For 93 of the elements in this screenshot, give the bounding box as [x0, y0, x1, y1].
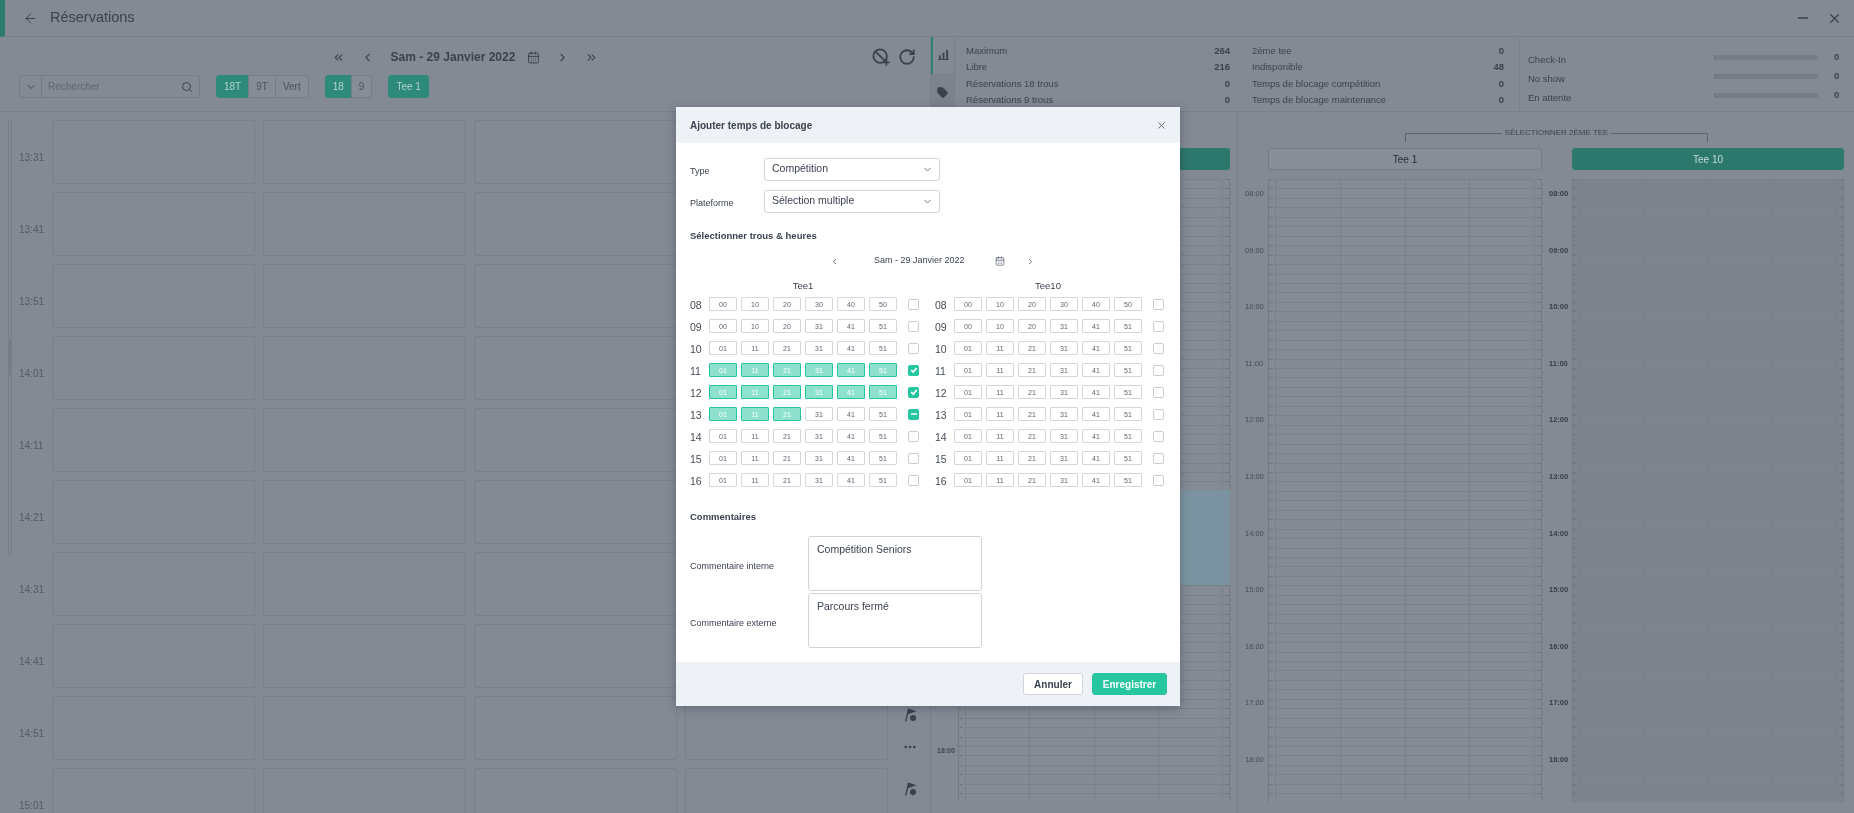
dash-icon: [910, 413, 917, 415]
stat-value: 0: [1498, 93, 1504, 108]
flag-badge-icon[interactable]: [903, 782, 917, 796]
dropdown-select[interactable]: Compétition: [764, 157, 940, 181]
stat-value: 0: [1224, 76, 1230, 91]
more-icon[interactable]: [904, 745, 916, 749]
stat-label: Temps de blocage compétition: [1252, 76, 1381, 91]
row-checkbox[interactable]: [1153, 386, 1164, 398]
row-checkbox[interactable]: [1153, 452, 1164, 464]
tee-toggle[interactable]: Tee 10: [1572, 148, 1844, 170]
section-title: Commentaires: [690, 510, 756, 524]
row-checkbox[interactable]: [908, 386, 919, 398]
hour-label: 14: [690, 431, 702, 443]
field-label: Commentaire externe: [690, 617, 777, 628]
hour-label: 13: [690, 409, 702, 421]
row-checkbox[interactable]: [1153, 364, 1164, 376]
stat-label: Libre: [966, 60, 988, 75]
hour-label: 16: [690, 475, 702, 487]
page-title: Réservations: [50, 8, 135, 28]
flag-badge-icon[interactable]: [903, 708, 917, 722]
modal-title: Ajouter temps de blocage: [690, 118, 813, 133]
stat-label: 2ème tee: [1252, 44, 1292, 59]
checkmark-icon: [909, 388, 918, 396]
chevron-left-icon[interactable]: [830, 256, 839, 266]
bar-chart-icon[interactable]: [938, 50, 949, 61]
tee-heading: Tee1: [792, 280, 814, 292]
stat-label: Réservations 18 trous: [966, 76, 1059, 91]
row-checkbox[interactable]: [908, 430, 919, 442]
tee-heading: Tee10: [1035, 280, 1061, 292]
stat-value: 0: [1834, 69, 1840, 84]
row-checkbox[interactable]: [908, 452, 919, 464]
row-checkbox[interactable]: [1153, 474, 1164, 486]
row-checkbox[interactable]: [908, 298, 919, 310]
stat-label: Indisponible: [1252, 60, 1303, 75]
row-checkbox[interactable]: [908, 364, 919, 376]
row-checkbox[interactable]: [1153, 298, 1164, 310]
stat-value: 264: [1214, 44, 1230, 59]
comment-field[interactable]: Compétition Seniors: [808, 536, 982, 591]
row-checkbox[interactable]: [908, 320, 919, 332]
hour-label: 16: [935, 475, 947, 487]
comment-field[interactable]: Parcours fermé: [808, 593, 982, 648]
stat-label: Check-In: [1528, 53, 1566, 65]
hour-label: 08: [690, 299, 702, 311]
row-checkbox[interactable]: [1153, 408, 1164, 420]
hour-label: 13: [935, 409, 947, 421]
stat-value: 0: [1834, 50, 1840, 65]
stat-value: 0: [1498, 76, 1504, 91]
refresh-icon[interactable]: [898, 48, 916, 66]
ban-plus-icon[interactable]: [872, 48, 890, 66]
hour-label: 09: [935, 321, 947, 333]
hour-label: 08: [935, 299, 947, 311]
stat-value: 48: [1493, 60, 1504, 75]
calendar-icon[interactable]: [994, 256, 1005, 266]
dropdown-select[interactable]: Sélection multiple: [764, 189, 940, 213]
checkmark-icon: [909, 366, 918, 374]
stat-label: Temps de blocage maintenance: [1252, 93, 1387, 108]
field-label: Type: [690, 166, 710, 176]
calendar-icon[interactable]: [527, 50, 541, 64]
hour-label: 10: [690, 343, 702, 355]
stat-label: En attente: [1528, 91, 1572, 103]
hour-label: 12: [935, 387, 947, 399]
cancel-button[interactable]: Annuler: [1023, 673, 1083, 695]
hour-label: 10: [935, 343, 947, 355]
stat-value: 0: [1224, 93, 1230, 108]
tee-toggle[interactable]: Tee 1: [1268, 148, 1542, 170]
section-title: Sélectionner trous & heures: [690, 229, 817, 243]
hour-label: 14: [935, 431, 947, 443]
stat-label: No show: [1528, 72, 1565, 84]
row-checkbox[interactable]: [1153, 342, 1164, 354]
row-checkbox[interactable]: [908, 342, 919, 354]
stat-label: Réservations 9 trous: [966, 93, 1054, 108]
hour-label: 15: [935, 453, 947, 465]
hour-label: 11: [935, 365, 946, 377]
row-checkbox[interactable]: [908, 408, 919, 420]
stat-value: 0: [1498, 44, 1504, 59]
date-label: Sam - 29 Janvier 2022: [390, 49, 516, 66]
hour-label: 09: [690, 321, 702, 333]
row-checkbox[interactable]: [908, 474, 919, 486]
search-icon[interactable]: [181, 80, 193, 93]
date-label: Sam - 29 Janvier 2022: [874, 254, 965, 268]
row-checkbox[interactable]: [1153, 430, 1164, 442]
stat-value: 0: [1834, 88, 1840, 103]
close-icon[interactable]: [1156, 119, 1167, 131]
stat-label: Maximum: [966, 44, 1008, 59]
field-label: Plateforme: [690, 198, 734, 208]
back-arrow-icon[interactable]: [23, 10, 38, 26]
section-title: SÉLECTIONNER 2ÈME TEE: [1503, 127, 1610, 139]
hour-label: 12: [690, 387, 702, 399]
row-checkbox[interactable]: [1153, 320, 1164, 332]
hour-label: 15: [690, 453, 702, 465]
stat-value: 216: [1214, 60, 1230, 75]
hour-label: 11: [690, 365, 701, 377]
field-label: Commentaire interne: [690, 560, 775, 571]
